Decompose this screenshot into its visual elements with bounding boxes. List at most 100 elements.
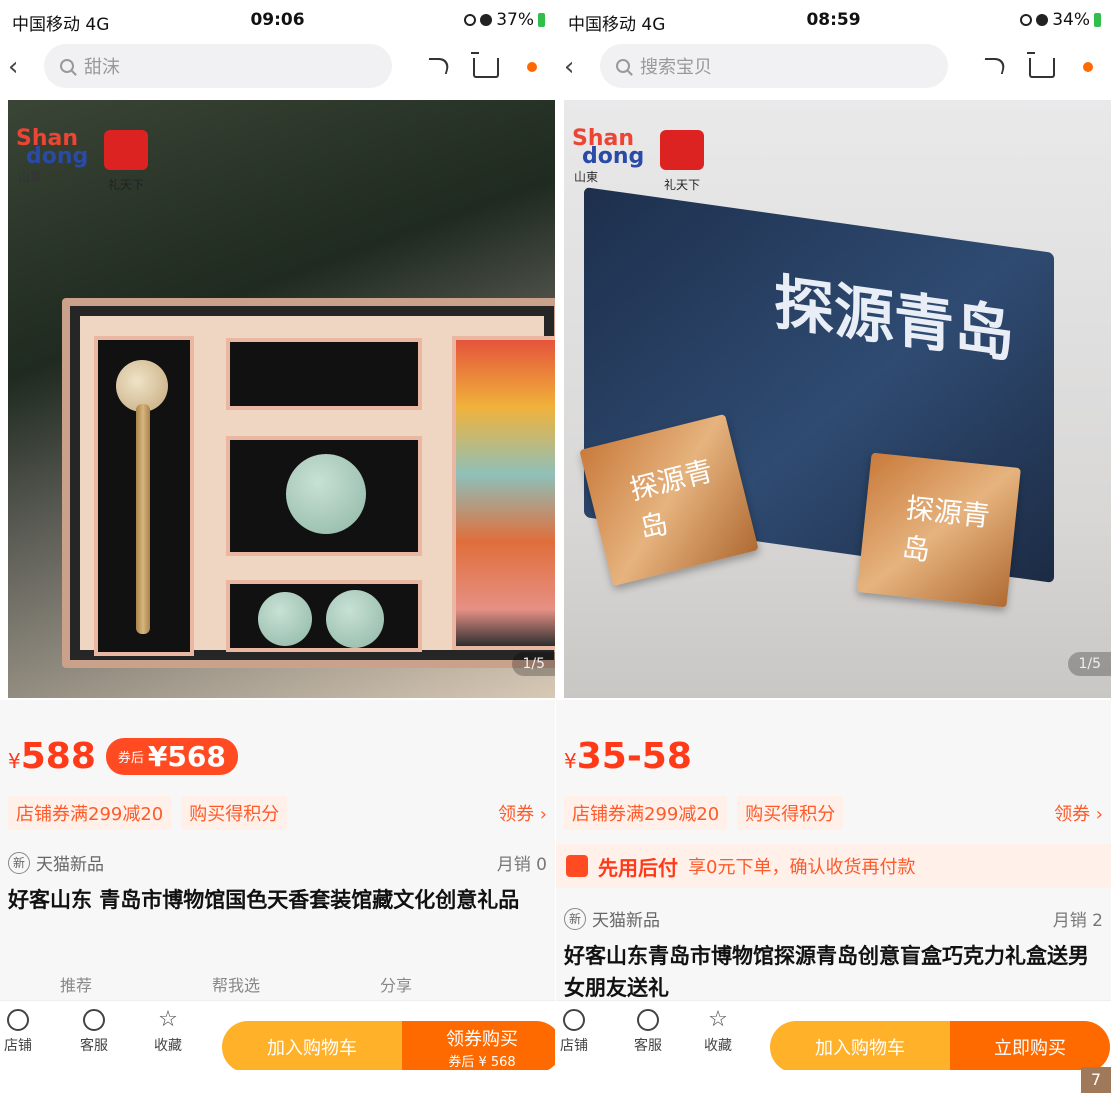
share-icon[interactable]	[425, 52, 451, 78]
store-button[interactable]: 店铺	[4, 1009, 32, 1055]
add-to-cart-button[interactable]: 加入购物车	[222, 1021, 402, 1070]
product-info: ¥588 券后 ¥568 店铺券满299减20 购买得积分 领券 › 新 天猫新…	[0, 700, 555, 1000]
back-icon[interactable]: ‹	[564, 52, 574, 82]
promo-tag-coupon[interactable]: 店铺券满299减20	[8, 796, 172, 830]
store-label: 店铺	[560, 1038, 588, 1054]
new-badge-icon: 新	[564, 907, 586, 930]
bottom-action-bar: 店铺 客服 ☆ 收藏 加入购物车 立即购买	[556, 1000, 1111, 1070]
store-label: 店铺	[4, 1038, 32, 1054]
cart-icon[interactable]	[471, 52, 499, 78]
search-input[interactable]: 搜索宝贝	[600, 44, 948, 88]
celadon-teapot	[286, 454, 366, 534]
service-icon	[637, 1009, 659, 1031]
teapot-slot	[226, 436, 422, 556]
favorite-button[interactable]: ☆ 收藏	[154, 1009, 182, 1055]
product-info: ¥35-58 店铺券满299减20 购买得积分 领券 › 先用后付 享0元下单，…	[556, 700, 1111, 1000]
favorite-button[interactable]: ☆ 收藏	[704, 1009, 732, 1055]
pay-later-desc: 享0元下单，确认收货再付款	[688, 857, 916, 878]
cups-slot	[226, 580, 422, 652]
search-placeholder: 甜沫	[84, 57, 120, 78]
coupon-price: ¥568	[147, 740, 226, 773]
book-calligraphy: 探源青岛	[774, 267, 1014, 372]
alarm-icon	[480, 14, 493, 26]
help-me-choose-button[interactable]: 帮我选	[212, 972, 260, 996]
tea-gift-box	[62, 298, 555, 668]
share-button[interactable]: 分享	[380, 972, 412, 996]
tea-packets-slot	[452, 336, 555, 650]
store-icon	[563, 1009, 585, 1031]
page-number-badge: 7	[1081, 1067, 1111, 1093]
celadon-cup	[258, 592, 312, 646]
buy-now-button[interactable]: 立即购买	[950, 1021, 1110, 1070]
status-icons: 34%	[1020, 10, 1101, 30]
price-row: ¥35-58	[564, 736, 692, 777]
box-interior	[80, 316, 555, 656]
price-amount: 588	[20, 736, 96, 777]
monthly-sales: 月销 0	[496, 855, 547, 875]
search-icon	[616, 59, 630, 73]
cart-icon[interactable]	[1027, 52, 1055, 78]
back-icon[interactable]: ‹	[8, 52, 18, 82]
service-icon	[83, 1009, 105, 1031]
product-photo[interactable]: Shan dong 山東 礼天下 1/5	[8, 100, 555, 698]
bottom-action-bar: 店铺 客服 ☆ 收藏 加入购物车 领券购买 券后 ¥ 568	[0, 1000, 555, 1070]
logo-dong: dong	[26, 144, 89, 169]
product-title: 好客山东青岛市博物馆探源青岛创意盲盒巧克力礼盒送男女朋友送礼	[564, 944, 1089, 1000]
location-icon	[464, 14, 477, 26]
page-indicator: 1/5	[512, 652, 555, 676]
search-placeholder: 搜索宝贝	[640, 57, 712, 78]
recommend-button[interactable]: 推荐	[60, 972, 92, 996]
product-photo[interactable]: Shan dong 山東 礼天下 探源青岛 探源青岛 探源青岛 1/5	[564, 100, 1111, 698]
currency-symbol: ¥	[564, 749, 577, 773]
tmall-new-label: 天猫新品	[592, 911, 660, 931]
product-title: 好客山东 青岛市博物馆国色天香套装馆藏文化创意礼品	[8, 888, 520, 912]
buy-with-coupon-button[interactable]: 领券购买 券后 ¥ 568	[402, 1021, 555, 1070]
location-icon	[1020, 14, 1033, 26]
alarm-icon	[1036, 14, 1049, 26]
store-button[interactable]: 店铺	[560, 1009, 588, 1055]
buy-main-label: 立即购买	[994, 1038, 1066, 1059]
after-coupon-price: 券后 ¥568	[105, 738, 238, 775]
service-button[interactable]: 客服	[634, 1009, 662, 1055]
share-icon[interactable]	[981, 52, 1007, 78]
store-icon	[7, 1009, 29, 1031]
dipper-slot	[94, 336, 194, 656]
search-input[interactable]: 甜沫	[44, 44, 392, 88]
action-row: 推荐 帮我选 分享	[60, 972, 412, 996]
promo-tag-coupon[interactable]: 店铺券满299减20	[564, 796, 728, 830]
battery-percent: 37%	[496, 10, 534, 30]
status-icons: 37%	[464, 10, 545, 30]
service-button[interactable]: 客服	[80, 1009, 108, 1055]
star-icon: ☆	[708, 1007, 728, 1032]
strainer-slot	[226, 338, 422, 410]
battery-icon	[1094, 13, 1101, 27]
status-bar: 中国移动 4G 08:59 34%	[556, 0, 1111, 38]
celadon-cup	[326, 590, 384, 648]
favorite-label: 收藏	[154, 1038, 182, 1054]
price-value: ¥35-58	[564, 736, 692, 777]
battery-icon	[538, 13, 545, 27]
page-indicator: 1/5	[1068, 652, 1111, 676]
promo-tag-points[interactable]: 购买得积分	[737, 796, 844, 830]
price-amount: 35-58	[576, 736, 692, 777]
pay-later-banner[interactable]: 先用后付 享0元下单，确认收货再付款	[556, 844, 1111, 888]
pay-later-title: 先用后付	[598, 855, 678, 880]
top-nav: ‹ 搜索宝贝	[556, 40, 1111, 94]
tmall-new-row: 新 天猫新品	[8, 850, 104, 875]
promo-tag-points[interactable]: 购买得积分	[181, 796, 288, 830]
star-icon: ☆	[158, 1007, 178, 1032]
chocolate-box-calligraphy: 探源青岛	[626, 454, 717, 546]
buy-sub-label: 券后 ¥ 568	[448, 1054, 516, 1070]
get-coupon-link[interactable]: 领券 ›	[498, 800, 547, 826]
get-coupon-link[interactable]: 领券 ›	[1054, 800, 1103, 826]
buy-main-label: 领券购买	[446, 1028, 518, 1050]
monthly-sales: 月销 2	[1052, 911, 1103, 931]
new-badge-icon: 新	[8, 851, 30, 874]
more-icon[interactable]	[521, 52, 547, 78]
more-icon[interactable]	[1077, 52, 1103, 78]
price-value: ¥588	[8, 736, 96, 777]
chocolate-box: 探源青岛	[857, 452, 1021, 608]
add-to-cart-button[interactable]: 加入购物车	[770, 1021, 950, 1070]
top-nav: ‹ 甜沫	[0, 40, 555, 94]
status-bar: 中国移动 4G 09:06 37%	[0, 0, 555, 38]
